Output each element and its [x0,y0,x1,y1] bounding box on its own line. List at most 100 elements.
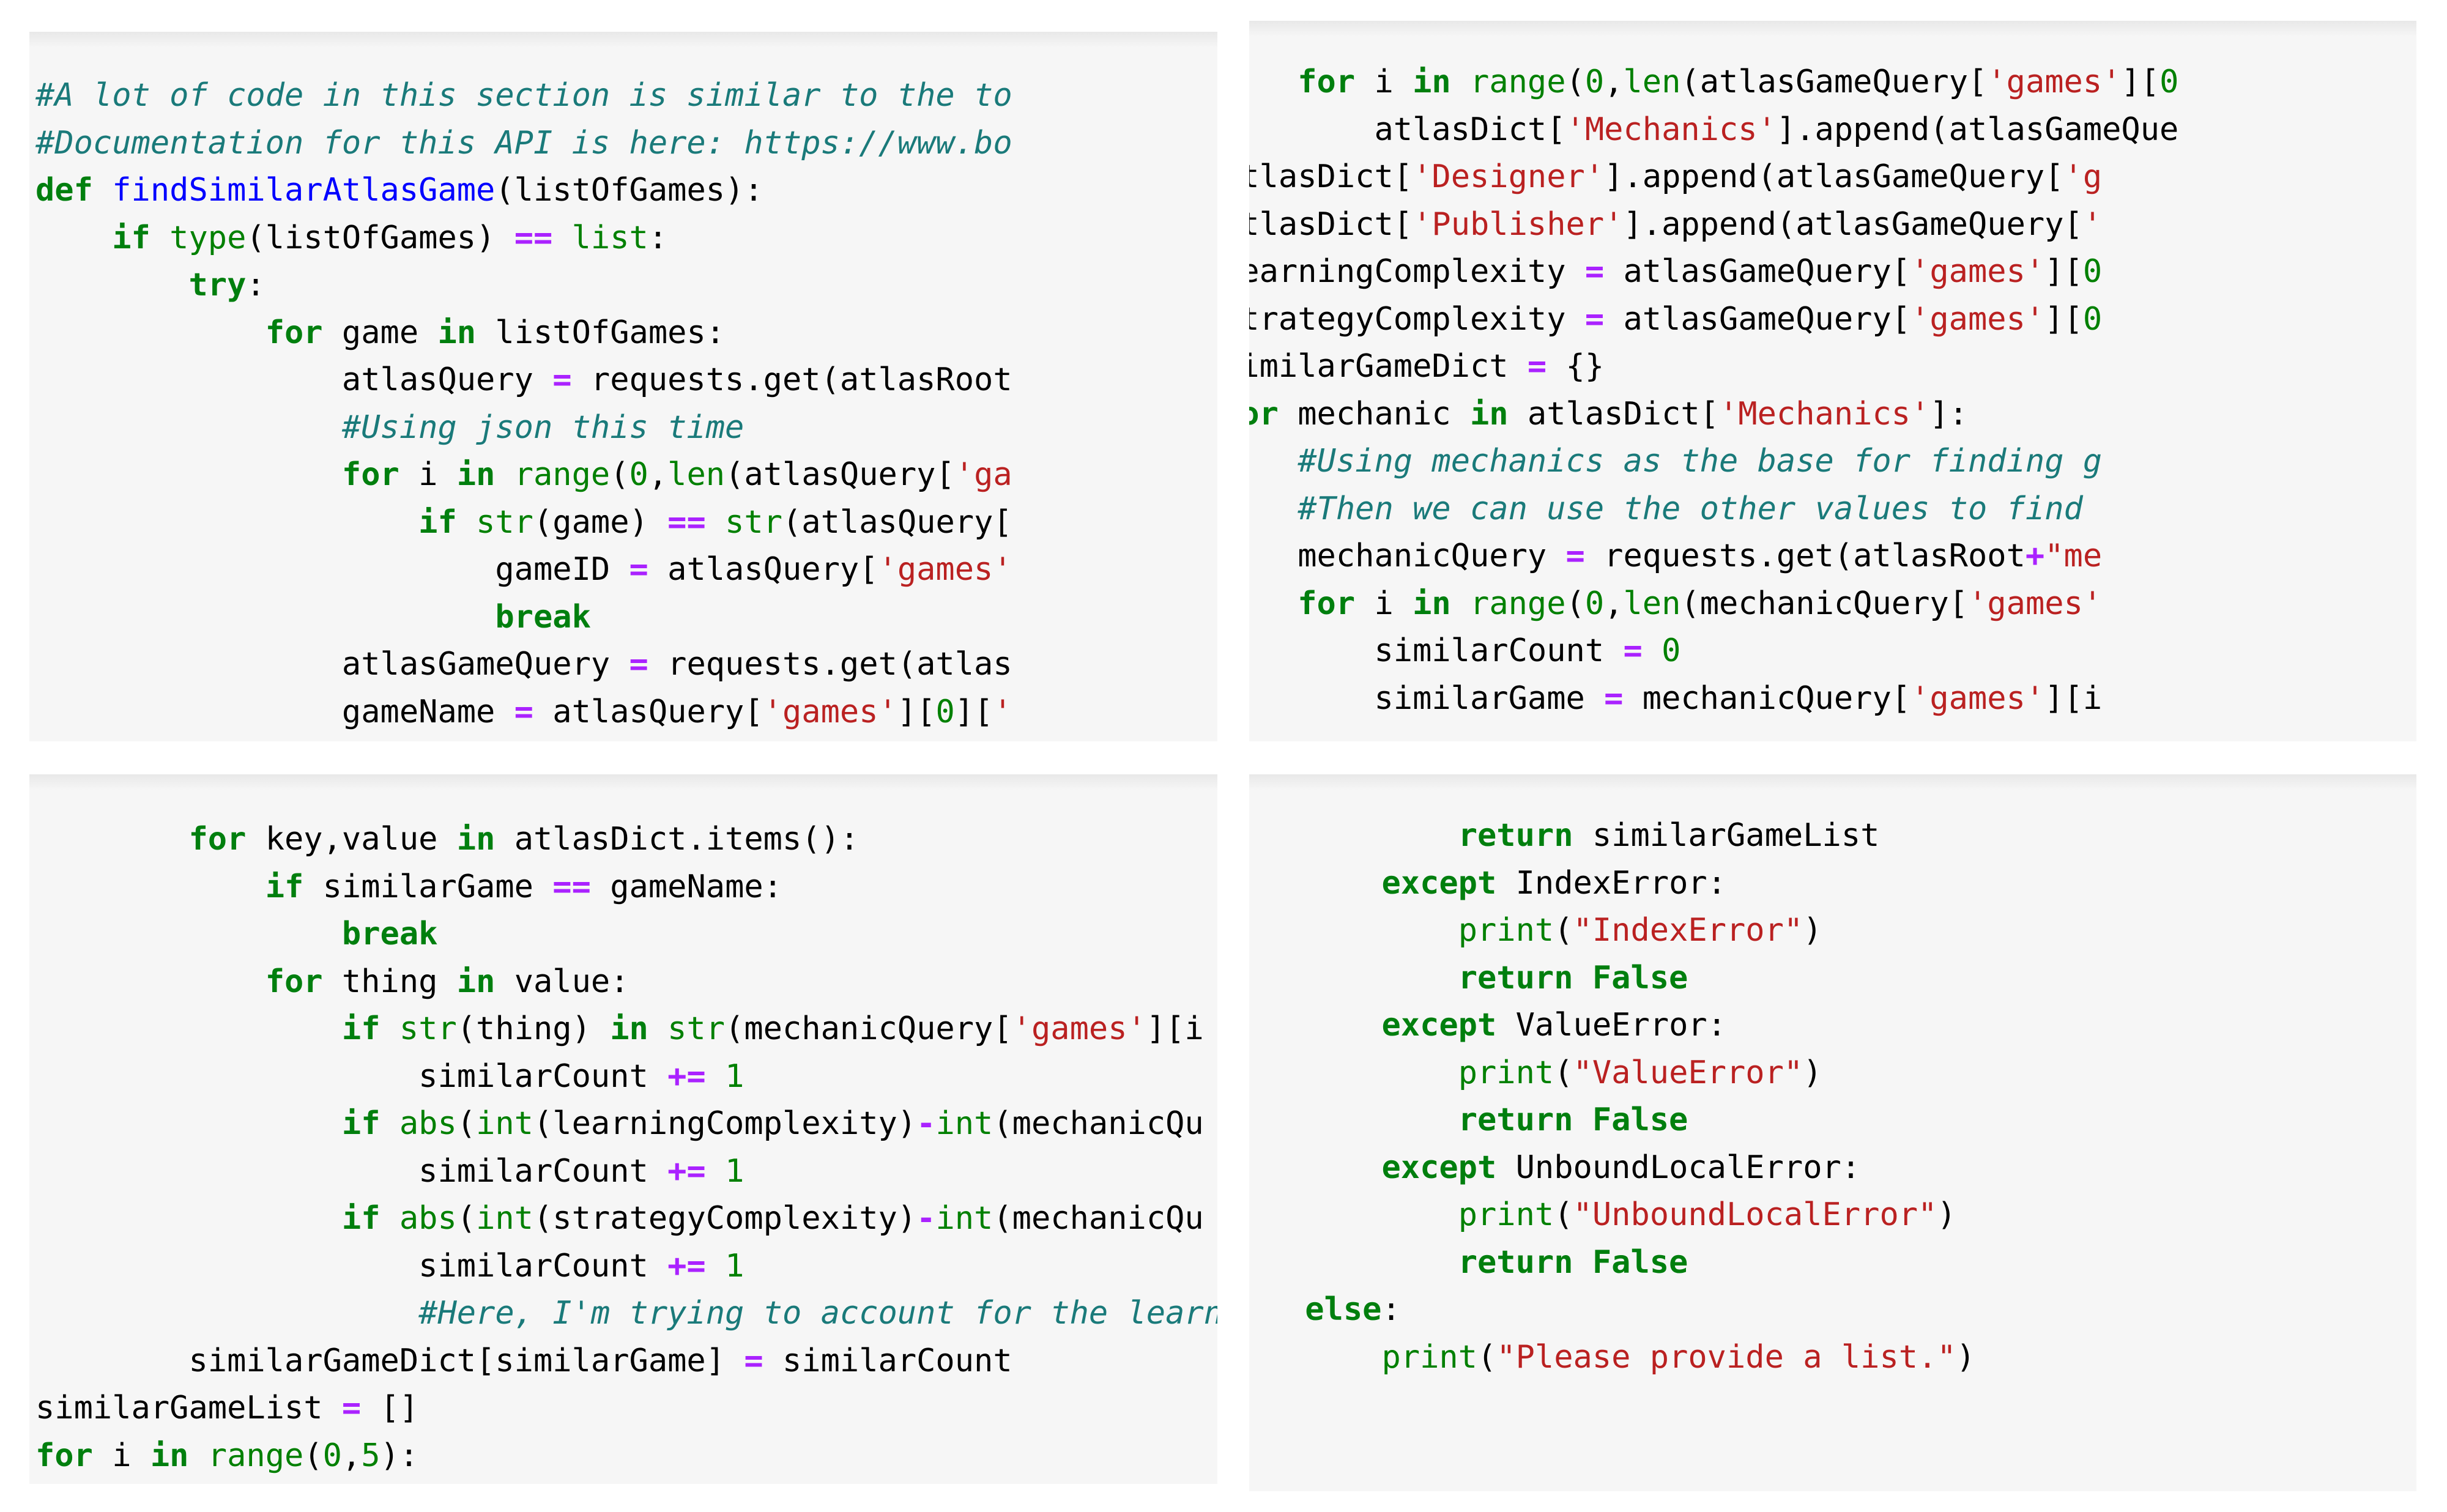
code-token: if [418,503,477,541]
code-line: break [35,599,591,636]
code-token: print [1458,1196,1554,1233]
code-token: i [1374,585,1413,622]
code-token: {} [1547,348,1605,385]
code-token: mechanicQuery[ [1623,680,1911,717]
code-line: if type(listOfGames) == list: [35,220,667,256]
code-token: str [667,1010,726,1047]
code-token: gameID [35,551,629,588]
code-token: - [916,1200,936,1237]
code-token: (mechanicQu [993,1200,1204,1237]
code-token: break [341,916,438,952]
code-token: ][ [2044,253,2083,290]
code-token: int [935,1105,993,1142]
code-token: ) [1803,1054,1822,1091]
code-token: = [1584,300,1605,338]
code-token: = [629,551,648,588]
code-token: (mechanicQuery[ [1680,585,1969,622]
code-token: atlasDict.items(): [514,821,860,858]
code-token: = [1527,348,1547,385]
code-token: similarCount [35,1058,668,1095]
code-token: #Then we can use the other values to fin… [1298,490,2103,527]
code-line: for i in range(0,5): [35,1437,418,1474]
code-token: return False [1458,959,1688,996]
code-line: #Here, I'm trying to account for the lea… [35,1295,1217,1332]
code-token: for [1298,585,1375,622]
code-token: if [265,868,323,905]
code-token: 0 [1662,632,1681,669]
code-line: similarCount += 1 [35,1153,744,1190]
code-token: int [935,1200,993,1237]
code-token: , [648,456,668,493]
code-line: return False [1249,960,1688,996]
code-line: similarCount += 1 [35,1058,744,1095]
code-line: for i in range(0,len(atlasGameQuery['gam… [1249,64,2178,100]
code-token: gameName [35,693,514,730]
code-line: gameName = atlasQuery['games'][0][' [35,694,1012,730]
code-line: similarGameDict[similarGame] = similarCo… [35,1343,1012,1379]
code-token: atlasQuery [35,361,553,398]
code-token: #Using mechanics as the base for finding… [1298,443,2103,480]
code-token: 'games' [1910,300,2045,338]
code-token: return [1458,817,1592,854]
code-token: 'g [2063,158,2103,195]
code-token: 'games' [1012,1010,1146,1047]
code-token: ( [610,456,629,493]
code-token: for [341,456,419,493]
code-token: similarCount [1249,632,1624,669]
code-panel-top-right[interactable]: for i in range(0,len(atlasGameQuery['gam… [1249,21,2416,741]
code-token: if [112,219,170,256]
code-token: #Documentation for this API is here: htt… [35,124,1012,161]
code-token: 1 [725,1247,744,1284]
code-token: , [341,1437,362,1474]
code-token: (listOfGames) [246,219,514,256]
code-line: if str(thing) in str(mechanicQuery['game… [35,1010,1204,1047]
code-token: ( [1565,64,1585,100]
code-token: range [207,1437,304,1474]
code-token: ][ [2121,64,2160,100]
code-token: #Using json this time [341,409,744,446]
code-token: = [514,693,533,730]
code-token: i [112,1437,150,1474]
code-token: "IndexError" [1573,912,1803,949]
code-token: ][ [2044,300,2083,338]
code-token: = [744,1342,763,1379]
code-token: i [1374,64,1413,100]
code-token: key,value [265,821,457,858]
code-token: 0 [935,693,955,730]
code-line: return False [1249,1244,1688,1281]
code-token: similarCount [763,1342,1012,1379]
code-token: thing [341,963,457,1000]
code-token: 'games' [878,551,1012,588]
code-token: value: [514,963,629,1000]
code-panel-top-left[interactable]: #A lot of code in this section is simila… [29,32,1217,741]
code-token: in [456,963,514,1000]
code-token: "ValueError" [1573,1054,1803,1091]
code-token: similarGameList [1592,817,1880,854]
code-panel-bottom-left[interactable]: for key,value in atlasDict.items(): if s… [29,774,1217,1484]
code-token: if [341,1200,399,1237]
code-token: (learningComplexity) [533,1105,917,1142]
code-token: for [265,963,342,1000]
code-token: ValueError [1515,1007,1707,1043]
code-token: ( [456,1200,477,1237]
code-panel-bottom-right[interactable]: return similarGameList except IndexError… [1249,774,2416,1491]
code-token: requests.get(atlasRoot [1584,538,2026,574]
code-token: ) [1937,1196,1956,1233]
code-token: "Please provide a list." [1496,1338,1956,1376]
code-token: ( [303,1437,323,1474]
code-token: similarGame [1249,680,1605,717]
code-token: ( [456,1105,477,1142]
code-token: == [514,219,553,256]
code-line: strategyComplexity = atlasGameQuery['gam… [1249,301,2102,338]
code-token: (atlasQuery[ [782,503,1012,541]
